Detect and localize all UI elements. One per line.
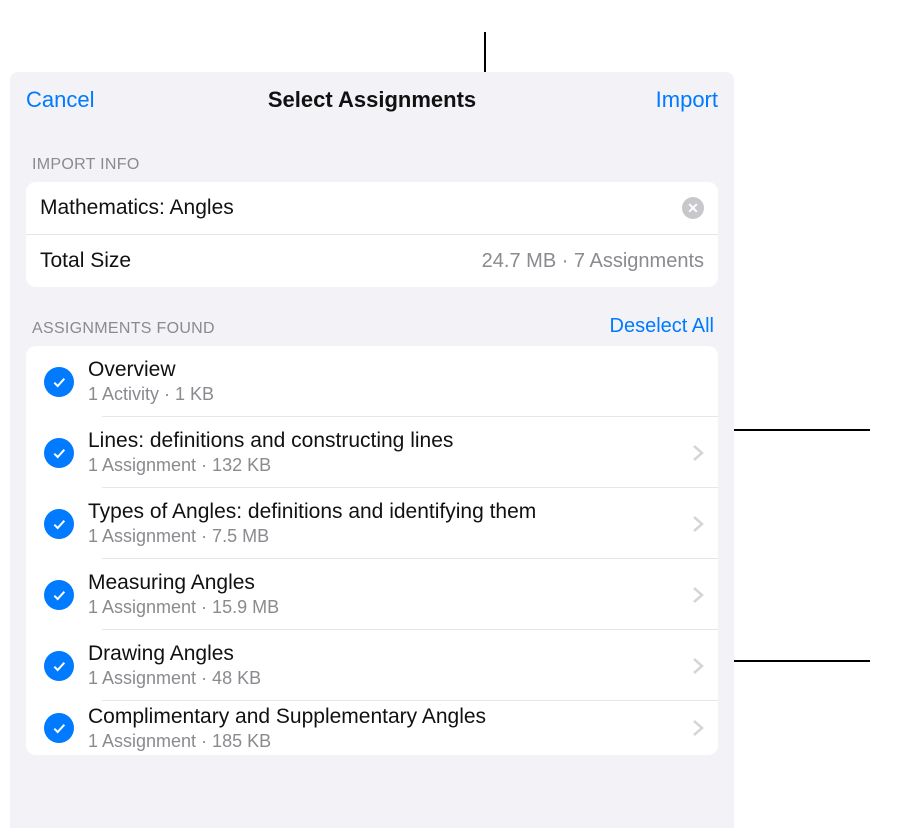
list-item-text: Lines: definitions and constructing line… (88, 429, 684, 476)
assignments-header: ASSIGNMENTS FOUND Deselect All (10, 287, 734, 346)
list-item-title: Overview (88, 358, 704, 382)
list-item-subtitle: 1 Assignment · 132 KB (88, 455, 684, 476)
checkmark-icon[interactable] (44, 367, 74, 397)
list-item-subtitle: 1 Activity · 1 KB (88, 384, 704, 405)
import-info-card: Mathematics: Angles Total Size 24.7 MB ·… (26, 182, 718, 287)
import-name-row[interactable]: Mathematics: Angles (26, 182, 718, 235)
import-info-header-label: IMPORT INFO (32, 156, 140, 174)
chevron-right-icon (692, 657, 704, 675)
assignments-list: Overview 1 Activity · 1 KB Lines: defini… (26, 346, 718, 755)
checkmark-icon[interactable] (44, 651, 74, 681)
list-item-title: Drawing Angles (88, 642, 684, 666)
list-item-text: Overview 1 Activity · 1 KB (88, 358, 704, 405)
chevron-right-icon (692, 719, 704, 737)
list-item-text: Complimentary and Supplementary Angles 1… (88, 705, 684, 752)
list-item-subtitle: 1 Assignment · 185 KB (88, 731, 684, 752)
list-item[interactable]: Measuring Angles 1 Assignment · 15.9 MB (26, 559, 718, 630)
select-assignments-panel: Cancel Select Assignments Import IMPORT … (10, 72, 734, 828)
deselect-all-button[interactable]: Deselect All (610, 315, 715, 338)
list-item[interactable]: Types of Angles: definitions and identif… (26, 488, 718, 559)
chevron-right-icon (692, 444, 704, 462)
total-size-label: Total Size (40, 249, 131, 273)
navbar: Cancel Select Assignments Import (10, 72, 734, 128)
list-item-title: Lines: definitions and constructing line… (88, 429, 684, 453)
total-size-value: 24.7 MB · 7 Assignments (482, 250, 704, 273)
list-item[interactable]: Drawing Angles 1 Assignment · 48 KB (26, 630, 718, 701)
checkmark-icon[interactable] (44, 580, 74, 610)
list-item[interactable]: Overview 1 Activity · 1 KB (26, 346, 718, 417)
cancel-button[interactable]: Cancel (26, 87, 94, 113)
chevron-right-icon (692, 515, 704, 533)
list-item[interactable]: Lines: definitions and constructing line… (26, 417, 718, 488)
list-item-subtitle: 1 Assignment · 7.5 MB (88, 526, 684, 547)
list-item-subtitle: 1 Assignment · 48 KB (88, 668, 684, 689)
checkmark-icon[interactable] (44, 509, 74, 539)
list-item-subtitle: 1 Assignment · 15.9 MB (88, 597, 684, 618)
total-size-row: Total Size 24.7 MB · 7 Assignments (26, 235, 718, 287)
import-button[interactable]: Import (656, 87, 718, 113)
list-item-title: Measuring Angles (88, 571, 684, 595)
list-item-title: Types of Angles: definitions and identif… (88, 500, 684, 524)
list-item-text: Measuring Angles 1 Assignment · 15.9 MB (88, 571, 684, 618)
assignments-header-label: ASSIGNMENTS FOUND (32, 320, 215, 338)
chevron-right-icon (692, 586, 704, 604)
import-info-header: IMPORT INFO (10, 128, 734, 182)
page-title: Select Assignments (268, 87, 476, 113)
list-item-text: Types of Angles: definitions and identif… (88, 500, 684, 547)
clear-name-icon[interactable] (682, 197, 704, 219)
checkmark-icon[interactable] (44, 438, 74, 468)
list-item-text: Drawing Angles 1 Assignment · 48 KB (88, 642, 684, 689)
list-item-title: Complimentary and Supplementary Angles (88, 705, 684, 729)
list-item[interactable]: Complimentary and Supplementary Angles 1… (26, 701, 718, 755)
screenshot-canvas: Cancel Select Assignments Import IMPORT … (0, 0, 914, 838)
import-name-value: Mathematics: Angles (40, 196, 234, 220)
checkmark-icon[interactable] (44, 713, 74, 743)
